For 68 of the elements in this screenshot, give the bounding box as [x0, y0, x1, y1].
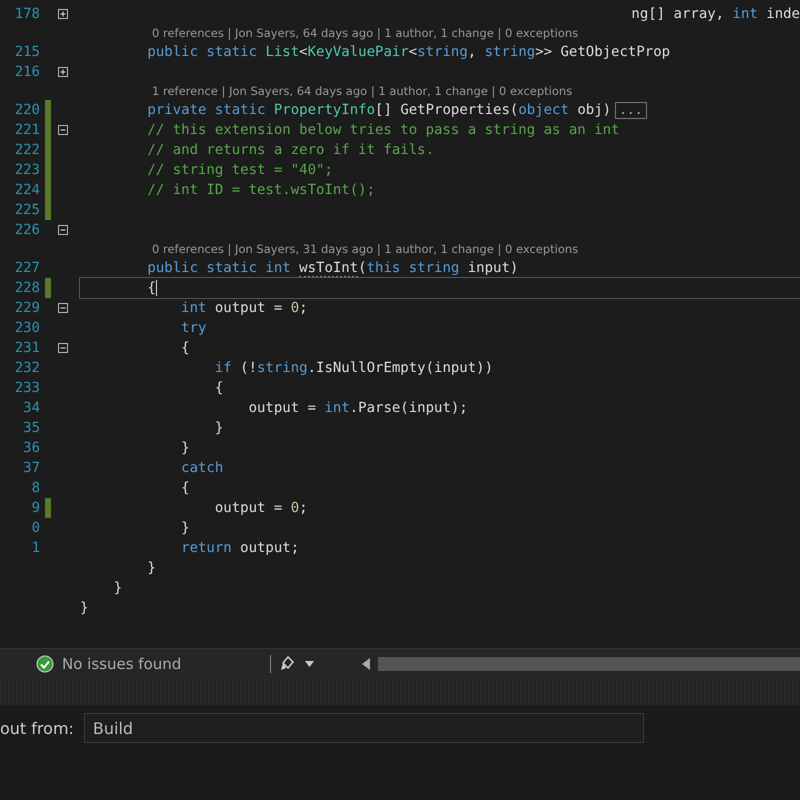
code-line: {	[180, 479, 190, 498]
line-number: 226	[14, 222, 41, 238]
code-line: // int ID = test.wsToInt();	[146, 181, 376, 200]
output-source-dropdown[interactable]: Build	[84, 713, 644, 743]
code-line: }	[146, 559, 156, 578]
line-number: 9	[30, 500, 41, 516]
line-number: 233	[14, 380, 41, 396]
brush-icon[interactable]	[279, 656, 297, 672]
code-line: }	[80, 599, 88, 618]
codelens-info[interactable]: 0 references | Jon Sayers, 31 days ago | 1 author, 1 change | 0 exceptions	[74, 242, 800, 256]
line-number: 0	[30, 520, 41, 536]
expand-icon[interactable]	[58, 9, 68, 19]
line-number: 178	[14, 6, 41, 22]
issues-status[interactable]: No issues found	[62, 655, 262, 673]
code-line: ng[] array, int inde	[631, 5, 800, 24]
line-number: 34	[22, 400, 41, 416]
collapse-icon[interactable]	[58, 225, 68, 235]
collapse-icon[interactable]	[58, 125, 68, 135]
line-number: 224	[14, 182, 41, 198]
line-number: 216	[14, 64, 41, 80]
code-line: if (!string.IsNullOrEmpty(input))	[214, 359, 494, 378]
code-line: output = 0;	[214, 499, 308, 518]
codelens-info[interactable]: 1 reference | Jon Sayers, 64 days ago | 1 author, 1 change | 0 exceptions	[74, 84, 800, 98]
code-line: catch	[180, 459, 224, 478]
line-number: 37	[22, 460, 41, 476]
line-number: 230	[14, 320, 41, 336]
line-number: 36	[22, 440, 41, 456]
code-line: return output;	[180, 539, 300, 558]
expand-icon[interactable]	[58, 67, 68, 77]
line-number: 1	[30, 540, 41, 556]
line-number: 228	[14, 280, 41, 296]
code-line: // and returns a zero if it fails.	[146, 141, 434, 160]
code-line: // this extension below tries to pass a string as an int	[146, 121, 620, 140]
code-line: {	[214, 379, 224, 398]
line-number: 221	[14, 122, 41, 138]
check-icon	[36, 655, 54, 673]
line-number: 8	[30, 480, 41, 496]
line-number: 225	[14, 202, 41, 218]
code-line: {	[80, 278, 800, 298]
line-number: 229	[14, 300, 41, 316]
code-line: public static List<KeyValuePair<string, string>> GetObjectProp	[146, 43, 670, 62]
line-number: 220	[14, 102, 41, 118]
code-line: }	[180, 519, 190, 538]
horizontal-scrollbar[interactable]	[378, 657, 800, 671]
code-line: output = int.Parse(input);	[248, 399, 468, 418]
line-number: 222	[14, 142, 41, 158]
code-line: public static int wsToInt(this string input)	[146, 259, 518, 278]
collapsed-code-button[interactable]: ...	[615, 102, 647, 118]
line-number: 223	[14, 162, 41, 178]
line-number: 231	[14, 340, 41, 356]
line-number: 35	[22, 420, 41, 436]
code-line: // string test = "40";	[146, 161, 333, 180]
caret-icon[interactable]	[305, 661, 314, 667]
code-line: int output = 0;	[180, 299, 308, 318]
code-line: {	[180, 339, 190, 358]
scroll-left-icon[interactable]	[362, 658, 370, 670]
output-source-label: out from:	[0, 718, 74, 738]
code-line: }	[112, 579, 122, 598]
collapse-icon[interactable]	[58, 303, 68, 313]
code-line: try	[180, 319, 206, 338]
line-number: 227	[14, 260, 41, 276]
code-line: private static PropertyInfo[] GetProperties(object obj)	[146, 101, 612, 120]
line-number: 232	[14, 360, 41, 376]
code-line: }	[180, 439, 190, 458]
line-number: 215	[14, 44, 41, 60]
code-line: }	[214, 419, 224, 438]
collapse-icon[interactable]	[58, 343, 68, 353]
codelens-info[interactable]: 0 references | Jon Sayers, 64 days ago | 1 author, 1 change | 0 exceptions	[74, 26, 800, 40]
